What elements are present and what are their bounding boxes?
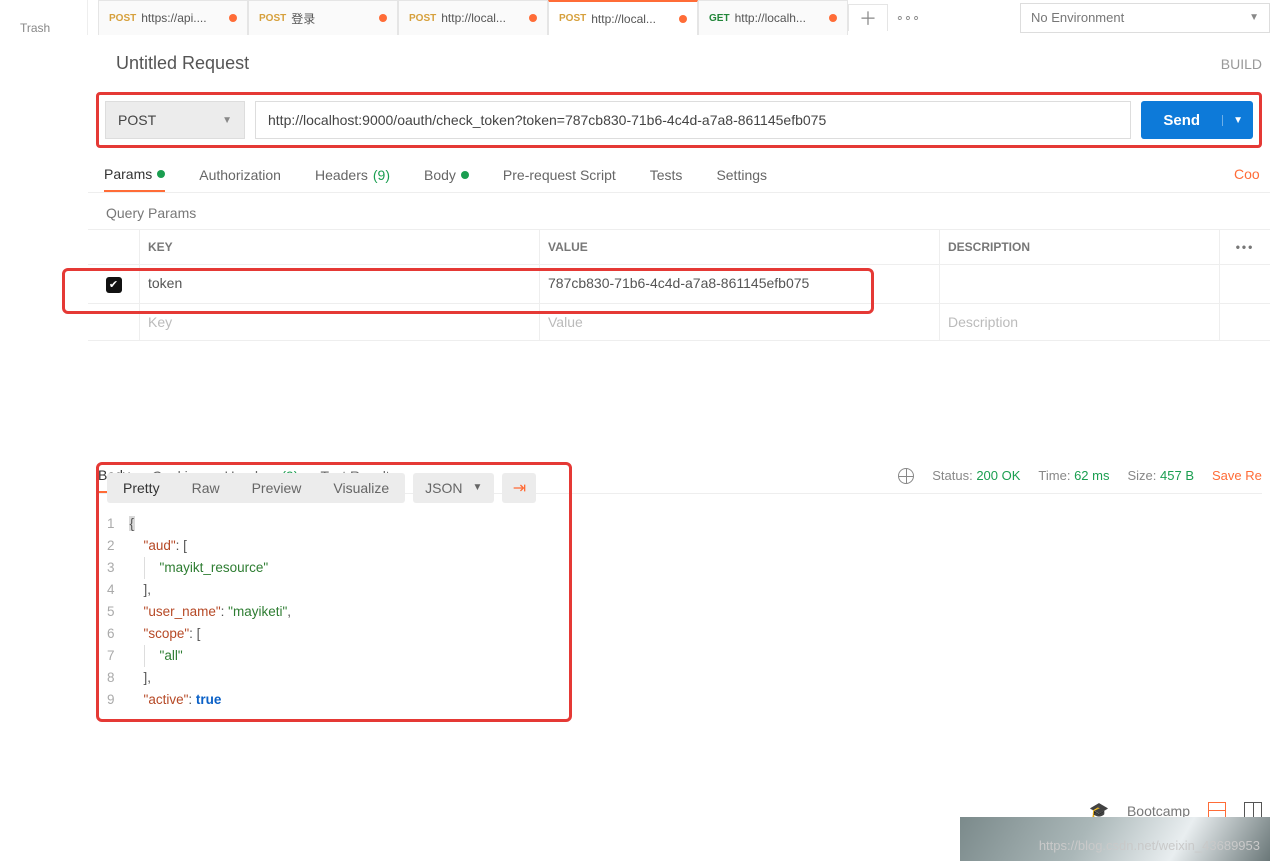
query-params-table: KEY VALUE DESCRIPTION ••• ✔ token 787cb8…	[88, 229, 1270, 341]
request-tab[interactable]: POST 登录	[248, 0, 398, 35]
view-mode-segment: Pretty Raw Preview Visualize	[107, 473, 405, 503]
wrap-icon: ⇥	[513, 478, 526, 498]
param-desc-ph[interactable]: Description	[940, 304, 1220, 341]
cookies-link[interactable]: Coo	[1234, 166, 1262, 192]
tab-title: 登录	[291, 10, 374, 27]
table-row[interactable]: ✔ token 787cb830-71b6-4c4d-a7a8-861145ef…	[88, 265, 1270, 304]
trash-label[interactable]: Trash	[20, 9, 50, 35]
caret-down-icon: ▼	[1249, 12, 1259, 23]
param-key-ph[interactable]: Key	[140, 304, 540, 341]
tab-method: GET	[709, 13, 730, 24]
table-row-empty[interactable]: Key Value Description	[88, 304, 1270, 341]
col-value: VALUE	[540, 230, 940, 265]
param-desc[interactable]	[940, 265, 1220, 304]
size-value: 457 B	[1160, 468, 1194, 483]
tab-body[interactable]: Body	[424, 166, 469, 192]
top-strip: Trash POST https://api.... POST 登录 POST http:…	[0, 0, 1270, 35]
size-label: Size:	[1127, 468, 1156, 483]
tab-params-label: Params	[104, 166, 152, 182]
request-tab[interactable]: POST http://local...	[398, 0, 548, 35]
request-subtabs: Params Authorization Headers (9) Body Pr…	[88, 148, 1270, 193]
request-tab[interactable]: POST https://api....	[98, 0, 248, 35]
request-tabs: POST https://api.... POST 登录 POST http://loca…	[98, 0, 848, 35]
tab-headers[interactable]: Headers (9)	[315, 166, 390, 192]
tab-authorization[interactable]: Authorization	[199, 166, 281, 192]
col-desc: DESCRIPTION	[940, 230, 1220, 265]
table-columns-more[interactable]: •••	[1220, 230, 1270, 265]
param-value-ph[interactable]: Value	[540, 304, 940, 341]
unsaved-dot-icon	[529, 14, 537, 22]
caret-down-icon: ▼	[473, 482, 483, 493]
response-area: Body Cookies Headers (9) Test Results St…	[88, 459, 1270, 722]
tab-params[interactable]: Params	[104, 166, 165, 192]
request-title-row: Untitled Request BUILD	[88, 35, 1270, 92]
tab-title: http://localh...	[735, 11, 824, 25]
response-toolbar: Pretty Raw Preview Visualize JSON ▼ ⇥ 12…	[96, 506, 1262, 722]
watermark: https://blog.csdn.net/weixin_43689953	[1039, 838, 1260, 853]
tab-title: https://api....	[141, 11, 224, 25]
tab-headers-label: Headers	[315, 167, 368, 183]
tab-method: POST	[109, 13, 136, 24]
tab-method: POST	[409, 13, 436, 24]
status-label: Status:	[932, 468, 972, 483]
request-name[interactable]: Untitled Request	[116, 53, 249, 74]
headers-count: (9)	[373, 167, 390, 183]
url-bar: POST ▼ Send ▼	[88, 92, 1270, 148]
col-key: KEY	[140, 230, 540, 265]
format-selector[interactable]: JSON ▼	[413, 473, 494, 503]
row-checkbox[interactable]: ✔	[106, 277, 122, 293]
request-tab[interactable]: POST http://local...	[548, 0, 698, 35]
tab-title: http://local...	[591, 12, 674, 26]
url-input[interactable]	[255, 101, 1131, 139]
request-tab[interactable]: GET http://localh...	[698, 0, 848, 35]
http-method-label: POST	[118, 112, 156, 128]
tab-tests[interactable]: Tests	[650, 166, 683, 192]
send-split-caret[interactable]: ▼	[1222, 115, 1253, 126]
wrap-lines-button[interactable]: ⇥	[502, 473, 536, 503]
save-response-link[interactable]: Save Re	[1212, 468, 1262, 483]
time-label: Time:	[1038, 468, 1070, 483]
response-body-json[interactable]: 123456789 { "aud": [ "mayikt_resource" ]…	[107, 513, 561, 711]
tab-settings[interactable]: Settings	[716, 166, 767, 192]
http-method-selector[interactable]: POST ▼	[105, 101, 245, 139]
view-preview[interactable]: Preview	[236, 473, 318, 503]
body-indicator-dot	[461, 171, 469, 179]
environment-label: No Environment	[1031, 10, 1124, 25]
response-meta: Status: 200 OK Time: 62 ms Size: 457 B S…	[898, 468, 1262, 484]
format-label: JSON	[425, 480, 462, 496]
environment-selector[interactable]: No Environment ▼	[1020, 3, 1270, 33]
new-tab-button[interactable]: ＋	[848, 4, 888, 31]
tabs-overflow-button[interactable]: ∘∘∘	[888, 10, 928, 26]
send-button[interactable]: Send ▼	[1141, 101, 1253, 139]
response-highlight: Pretty Raw Preview Visualize JSON ▼ ⇥ 12…	[96, 462, 572, 722]
time-value: 62 ms	[1074, 468, 1109, 483]
unsaved-dot-icon	[679, 15, 687, 23]
param-key[interactable]: token	[140, 265, 540, 304]
param-value[interactable]: 787cb830-71b6-4c4d-a7a8-861145efb075	[540, 265, 940, 304]
view-pretty[interactable]: Pretty	[107, 473, 176, 503]
unsaved-dot-icon	[379, 14, 387, 22]
query-params-heading: Query Params	[88, 193, 1270, 229]
table-header-row: KEY VALUE DESCRIPTION •••	[88, 230, 1270, 265]
tab-body-label: Body	[424, 167, 456, 183]
url-highlight: POST ▼ Send ▼	[96, 92, 1262, 148]
tab-prerequest[interactable]: Pre-request Script	[503, 166, 616, 192]
view-raw[interactable]: Raw	[176, 473, 236, 503]
unsaved-dot-icon	[829, 14, 837, 22]
globe-icon[interactable]	[898, 468, 914, 484]
status-value: 200 OK	[976, 468, 1020, 483]
tab-method: POST	[559, 13, 586, 24]
sidebar-stub: Trash	[0, 0, 88, 35]
tab-title: http://local...	[441, 11, 524, 25]
params-indicator-dot	[157, 170, 165, 178]
view-visualize[interactable]: Visualize	[317, 473, 405, 503]
tab-method: POST	[259, 13, 286, 24]
unsaved-dot-icon	[229, 14, 237, 22]
build-link[interactable]: BUILD	[1221, 56, 1262, 72]
caret-down-icon: ▼	[222, 115, 232, 126]
top-bar: POST https://api.... POST 登录 POST http://loca…	[88, 0, 1270, 35]
send-button-label: Send	[1141, 112, 1222, 129]
